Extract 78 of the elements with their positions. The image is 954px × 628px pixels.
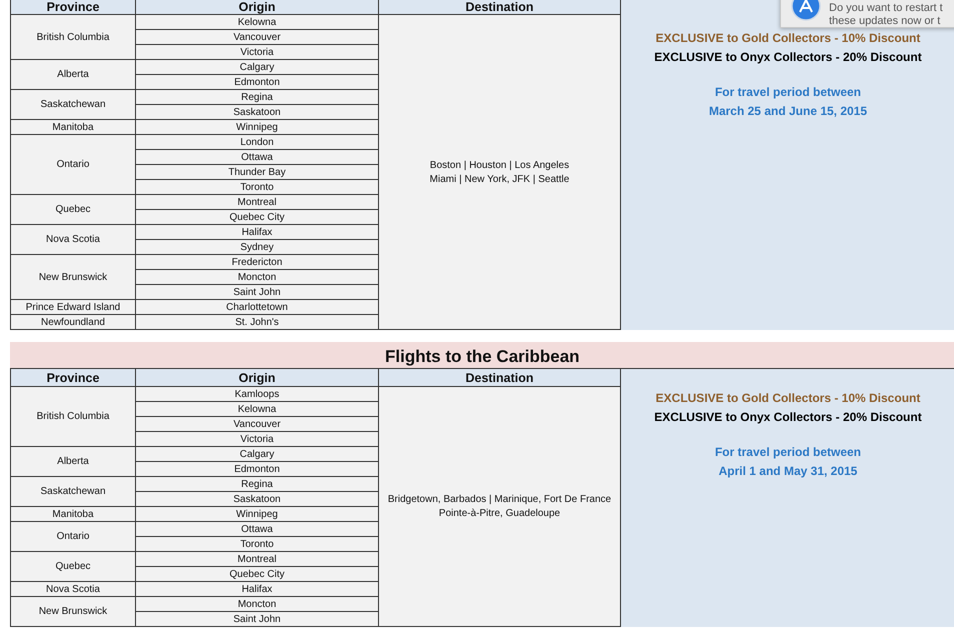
origin-cell: Quebec City bbox=[136, 567, 379, 582]
travel-period-text: For travel period between bbox=[714, 445, 862, 459]
origin-cell: Calgary bbox=[136, 60, 379, 75]
province-cell: Saskatchewan bbox=[10, 477, 136, 507]
origin-cell: London bbox=[136, 135, 379, 150]
origin-cell: St. John's bbox=[136, 315, 379, 330]
province-cell: British Columbia bbox=[10, 15, 136, 60]
origin-cell: Montreal bbox=[136, 195, 379, 210]
origin-cell: Regina bbox=[136, 477, 379, 492]
origin-cell: Victoria bbox=[136, 45, 379, 60]
province-cell: Alberta bbox=[10, 60, 136, 90]
province-cell: Prince Edward Island bbox=[10, 300, 136, 315]
origin-cell: Quebec City bbox=[136, 210, 379, 225]
origin-cell: Fredericton bbox=[136, 255, 379, 270]
province-cell: Ontario bbox=[10, 522, 136, 552]
column-header: Origin bbox=[136, 369, 379, 387]
origin-cell: Victoria bbox=[136, 432, 379, 447]
notification-text: these updates now or t bbox=[829, 15, 942, 28]
column-header: Origin bbox=[136, 0, 379, 15]
travel-period-text: April 1 and May 31, 2015 bbox=[718, 464, 858, 478]
province-cell: Manitoba bbox=[10, 507, 136, 522]
origin-cell: Kelowna bbox=[136, 15, 379, 30]
origin-cell: Montreal bbox=[136, 552, 379, 567]
province-cell: Nova Scotia bbox=[10, 582, 136, 597]
province-cell: Ontario bbox=[10, 135, 136, 195]
province-cell: New Brunswick bbox=[10, 255, 136, 300]
origin-cell: Ottawa bbox=[136, 150, 379, 165]
column-header: Province bbox=[10, 369, 136, 387]
travel-period-text: For travel period between bbox=[714, 85, 862, 99]
origin-cell: Saint John bbox=[136, 612, 379, 627]
origin-cell: Vancouver bbox=[136, 417, 379, 432]
destination-text: Bridgetown, Barbados | Marinique, Fort De France bbox=[388, 494, 612, 505]
province-cell: British Columbia bbox=[10, 387, 136, 447]
origin-cell: Saskatoon bbox=[136, 492, 379, 507]
origin-cell: Kelowna bbox=[136, 402, 379, 417]
origin-cell: Regina bbox=[136, 90, 379, 105]
origin-cell: Ottawa bbox=[136, 522, 379, 537]
origin-cell: Winnipeg bbox=[136, 120, 379, 135]
column-header: Destination bbox=[379, 0, 621, 15]
origin-cell: Vancouver bbox=[136, 30, 379, 45]
origin-cell: Saint John bbox=[136, 285, 379, 300]
notification-text: Do you want to restart t bbox=[829, 2, 943, 15]
origin-cell: Saskatoon bbox=[136, 105, 379, 120]
column-header: Province bbox=[10, 0, 136, 15]
destination-text: Boston | Houston | Los Angeles bbox=[430, 160, 570, 170]
province-cell: Nova Scotia bbox=[10, 225, 136, 255]
notification-popup[interactable]: Do you want to restart t these updates now or t bbox=[780, 0, 954, 28]
province-cell: Alberta bbox=[10, 447, 136, 477]
destination-text: Pointe-à-Pitre, Guadeloupe bbox=[438, 508, 560, 519]
origin-cell: Calgary bbox=[136, 447, 379, 462]
origin-cell: Sydney bbox=[136, 240, 379, 255]
origin-cell: Halifax bbox=[136, 225, 379, 240]
app-store-icon bbox=[791, 0, 821, 21]
origin-cell: Thunder Bay bbox=[136, 165, 379, 180]
offer-text: EXCLUSIVE to Gold Collectors - 10% Discount bbox=[656, 391, 920, 405]
column-header: Destination bbox=[379, 369, 621, 387]
province-cell: Newfoundland bbox=[10, 315, 136, 330]
offer-text: EXCLUSIVE to Onyx Collectors - 20% Discount bbox=[654, 410, 922, 424]
destination-text: Miami | New York, JFK | Seattle bbox=[430, 174, 570, 184]
origin-cell: Moncton bbox=[136, 597, 379, 612]
section-title: Flights to the Caribbean bbox=[10, 342, 954, 369]
province-cell: Saskatchewan bbox=[10, 90, 136, 120]
origin-cell: Winnipeg bbox=[136, 507, 379, 522]
offer-text: EXCLUSIVE to Onyx Collectors - 20% Discount bbox=[654, 50, 922, 64]
origin-cell: Edmonton bbox=[136, 462, 379, 477]
province-cell: Manitoba bbox=[10, 120, 136, 135]
origin-cell: Toronto bbox=[136, 537, 379, 552]
province-cell: Quebec bbox=[10, 195, 136, 225]
origin-cell: Charlottetown bbox=[136, 300, 379, 315]
origin-cell: Moncton bbox=[136, 270, 379, 285]
origin-cell: Halifax bbox=[136, 582, 379, 597]
origin-cell: Toronto bbox=[136, 180, 379, 195]
origin-cell: Edmonton bbox=[136, 75, 379, 90]
origin-cell: Kamloops bbox=[136, 387, 379, 402]
travel-period-text: March 25 and June 15, 2015 bbox=[708, 104, 868, 118]
offer-text: EXCLUSIVE to Gold Collectors - 10% Discount bbox=[656, 31, 920, 45]
province-cell: New Brunswick bbox=[10, 597, 136, 627]
province-cell: Quebec bbox=[10, 552, 136, 582]
